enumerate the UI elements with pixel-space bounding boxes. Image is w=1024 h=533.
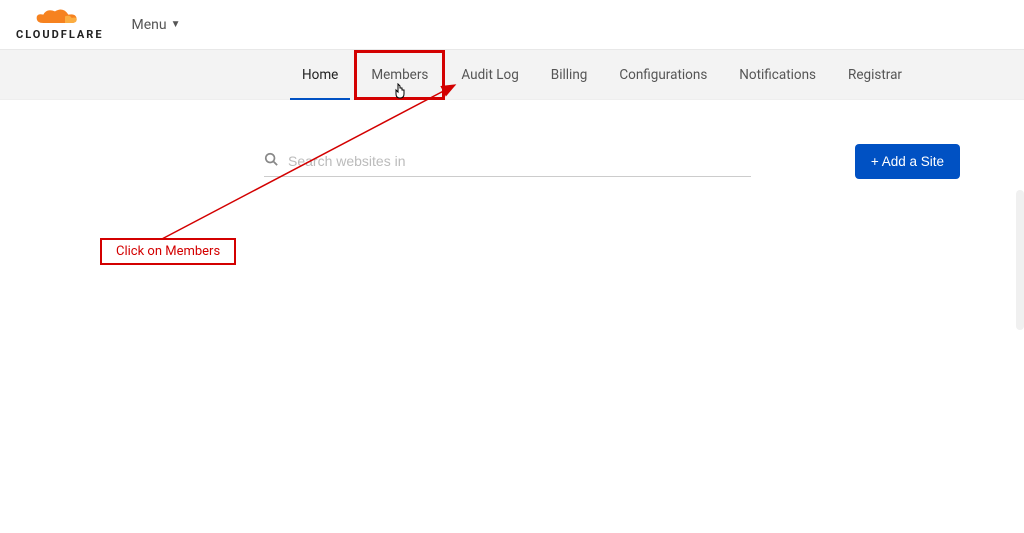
content-inner: + Add a Site [264, 144, 960, 179]
nav-home[interactable]: Home [286, 50, 354, 100]
menu-dropdown[interactable]: Menu ▼ [132, 17, 181, 33]
chevron-down-icon: ▼ [171, 19, 181, 30]
nav-inner: Home Members Audit Log Billing Configura… [286, 50, 918, 99]
logo-text: CLOUDFLARE [16, 28, 104, 41]
search-icon [264, 152, 278, 170]
search-input[interactable] [288, 153, 751, 169]
nav-registrar[interactable]: Registrar [832, 50, 918, 100]
nav-notifications[interactable]: Notifications [723, 50, 832, 100]
add-site-button[interactable]: + Add a Site [855, 144, 960, 179]
top-header: CLOUDFLARE Menu ▼ [0, 0, 1024, 50]
logo[interactable]: CLOUDFLARE [16, 8, 104, 41]
nav-audit-log[interactable]: Audit Log [445, 50, 534, 100]
nav-bar: Home Members Audit Log Billing Configura… [0, 50, 1024, 100]
scrollbar[interactable] [1016, 190, 1024, 330]
content-area: + Add a Site [0, 100, 1024, 179]
nav-billing[interactable]: Billing [535, 50, 604, 100]
cloudflare-logo-icon [35, 8, 85, 28]
menu-label: Menu [132, 17, 167, 33]
nav-configurations[interactable]: Configurations [603, 50, 723, 100]
search-wrap [264, 146, 751, 177]
nav-members[interactable]: Members [354, 50, 445, 100]
annotation-callout: Click on Members [100, 238, 236, 265]
